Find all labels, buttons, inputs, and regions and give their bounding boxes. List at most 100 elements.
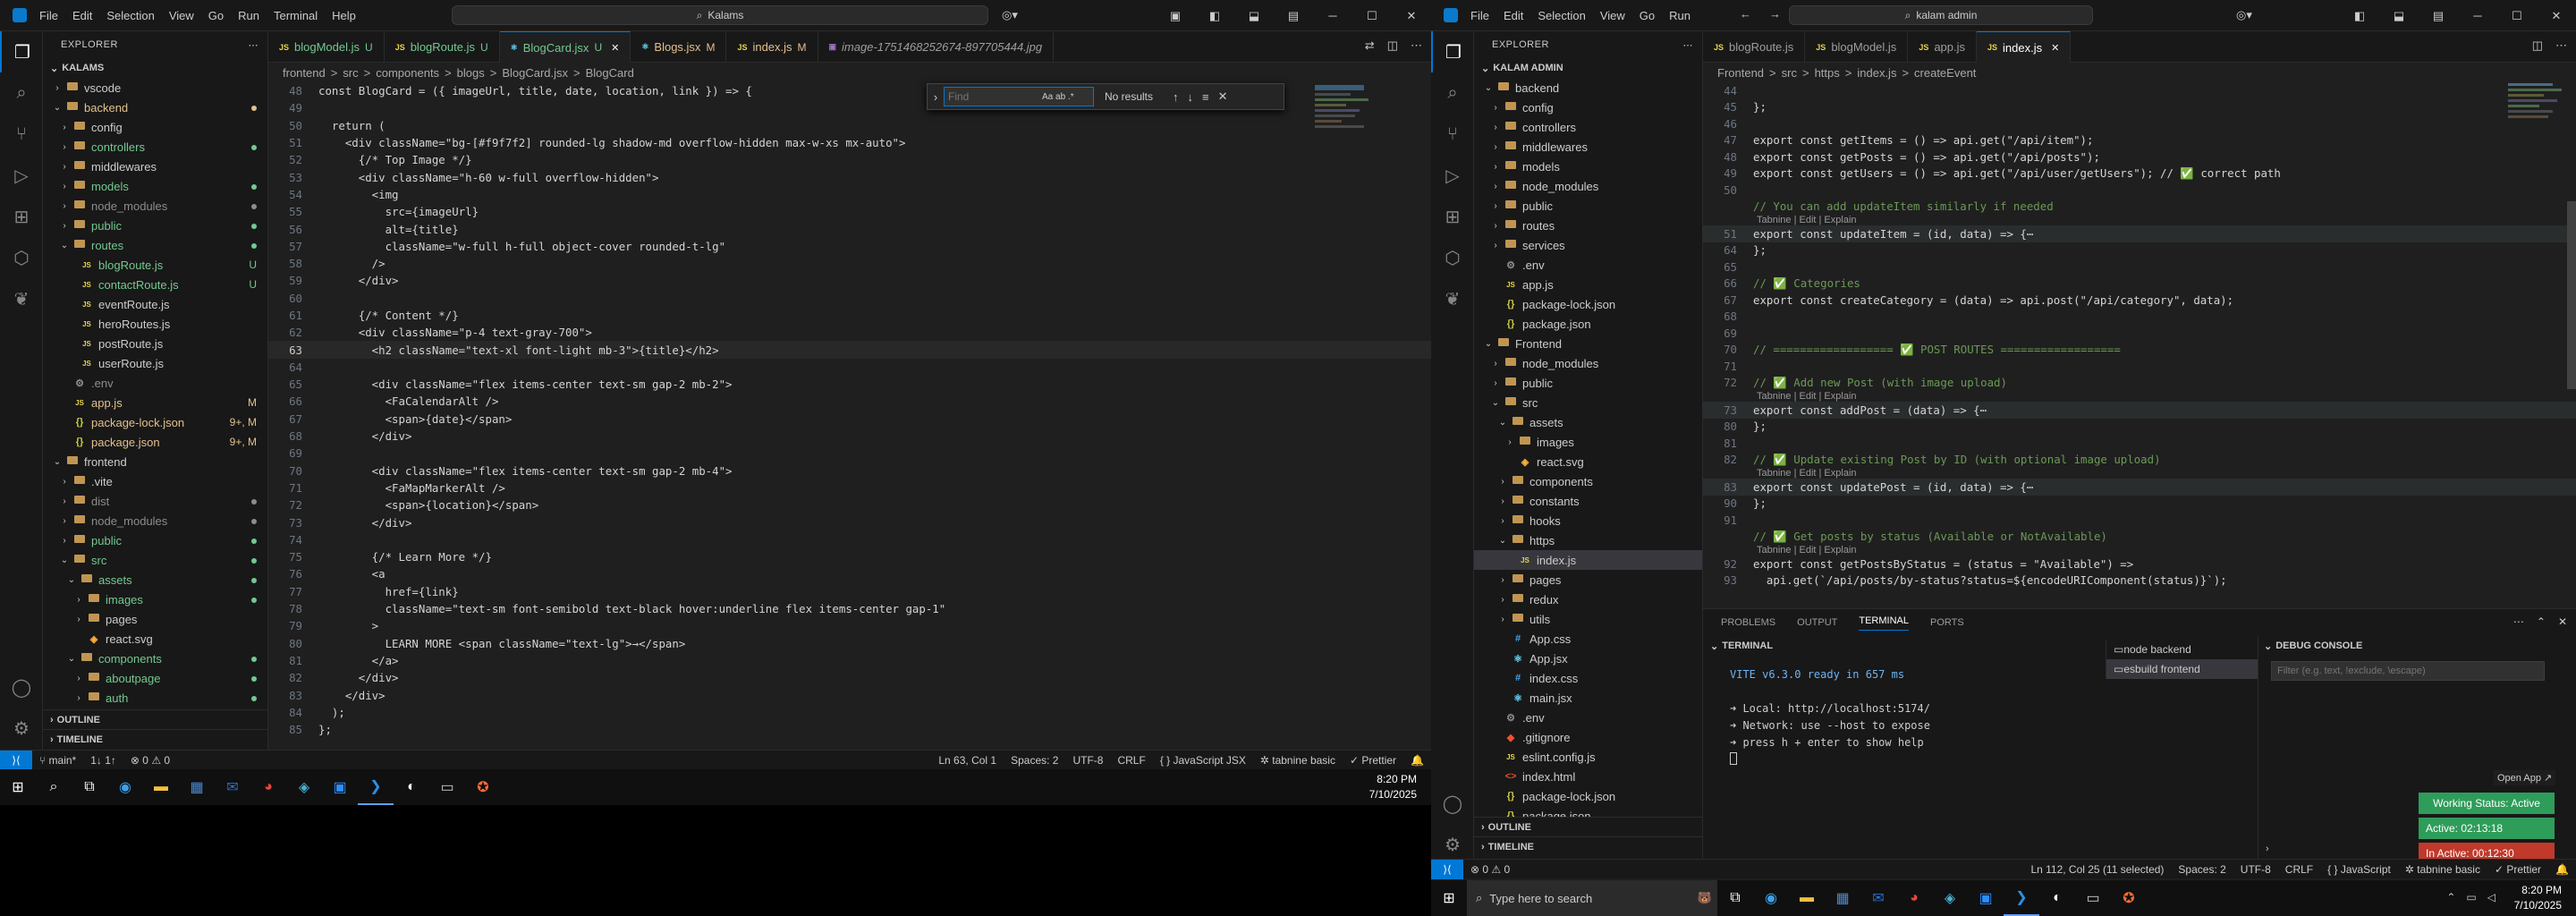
menu-terminal[interactable]: Terminal (267, 9, 325, 22)
layout-icon[interactable]: ◧ (2340, 9, 2379, 23)
breadcrumb-item[interactable]: blogs (457, 66, 485, 80)
remote-icon[interactable]: ⟩⟨ (0, 750, 32, 770)
tree-folder[interactable]: ⌄ src (43, 550, 267, 570)
code-line[interactable]: 77 href={link} (268, 583, 1431, 600)
file-explorer-icon[interactable]: ▬ (143, 769, 179, 805)
code-line[interactable]: 70 // ================== ✅ POST ROUTES ==… (1703, 342, 2576, 359)
edge-icon[interactable]: ◉ (107, 769, 143, 805)
code-line[interactable]: 46 (1703, 115, 2576, 132)
panel-tab-output[interactable]: OUTPUT (1797, 617, 1837, 628)
customize-layout-icon[interactable]: ▤ (2419, 9, 2458, 23)
menu-view[interactable]: View (162, 9, 201, 22)
zoom-icon[interactable]: ▣ (1968, 880, 2004, 916)
tree-file[interactable]: JS postRoute.js (43, 334, 267, 353)
code-line[interactable]: 73 </div> (268, 513, 1431, 530)
terminal-list-item[interactable]: ▭ esbuild frontend (2106, 659, 2258, 679)
tree-file[interactable]: JS userRoute.js (43, 353, 267, 373)
github-desktop-icon[interactable]: ◐ (394, 769, 429, 805)
tree-folder[interactable]: › public (1474, 196, 1702, 216)
tree-file[interactable]: JS app.js (1474, 275, 1702, 294)
close-icon[interactable]: ✕ (1392, 9, 1431, 23)
code-line[interactable]: 66 <FaCalendarAlt /> (268, 393, 1431, 410)
workspace-root[interactable]: ⌄ KALAM ADMIN (1474, 58, 1702, 78)
menu-go[interactable]: Go (201, 9, 231, 22)
tree-folder[interactable]: › node_modules (43, 511, 267, 530)
store-icon[interactable]: ▦ (1825, 880, 1860, 916)
code-line[interactable]: 68 </div> (268, 428, 1431, 445)
tree-file[interactable]: <> index.html (1474, 767, 1702, 786)
code-line[interactable]: 74 (268, 531, 1431, 548)
panel-tab-problems[interactable]: PROBLEMS (1721, 617, 1775, 628)
tree-folder[interactable]: › node_modules (43, 196, 267, 216)
code-line[interactable]: 45}; (1703, 99, 2576, 116)
code-line[interactable]: 62 <div className="p-4 text-gray-700"> (268, 324, 1431, 341)
close-icon[interactable]: ✕ (2051, 42, 2059, 54)
codelens[interactable]: Tabnine | Edit | Explain (1703, 391, 2576, 402)
language-mode[interactable]: { } JavaScript (2320, 863, 2398, 876)
remote-icon[interactable]: ⟩⟨ (1431, 859, 1463, 879)
windows-start-icon[interactable]: ⊞ (1431, 880, 1467, 916)
tabnine-status[interactable]: ✲ tabnine basic (1253, 754, 1343, 767)
code-line[interactable]: 69 (268, 445, 1431, 462)
taskbar-clock[interactable]: 8:20 PM 7/10/2025 (2514, 883, 2562, 913)
tree-folder[interactable]: › models (1474, 157, 1702, 176)
tree-folder[interactable]: › images (43, 589, 267, 609)
terminal-list-item[interactable]: ▭ node backend (2106, 640, 2258, 659)
tabnine-status[interactable]: ✲ tabnine basic (2398, 863, 2487, 876)
manage-gear-icon[interactable]: ⚙ (0, 708, 43, 749)
maximize-icon[interactable]: ☐ (1352, 9, 1392, 23)
code-line[interactable]: 92 export const getPostsByStatus = (statu… (1703, 556, 2576, 572)
tree-folder[interactable]: › public (43, 530, 267, 550)
chrome-icon[interactable]: ◕ (1896, 880, 1932, 916)
menu-run[interactable]: Run (231, 9, 267, 22)
codelens[interactable]: Tabnine | Edit | Explain (1703, 468, 2576, 479)
more-icon[interactable]: ⋯ (1411, 38, 1422, 53)
tree-file[interactable]: # App.css (1474, 629, 1702, 649)
menu-run[interactable]: Run (1662, 9, 1698, 22)
code-line[interactable]: 64}; (1703, 242, 2576, 259)
minimize-icon[interactable]: ─ (1313, 9, 1352, 22)
code-line[interactable]: 81 (1703, 435, 2576, 452)
toggle-panel-icon[interactable]: ⬓ (1234, 9, 1274, 23)
code-line[interactable]: 80}; (1703, 419, 2576, 436)
code-line[interactable]: 93 api.get(`/api/posts/by-status?status=… (1703, 572, 2576, 589)
breadcrumb-item[interactable]: createEvent (1914, 66, 1976, 80)
tree-folder[interactable]: › auth (43, 688, 267, 708)
outline-section[interactable]: › OUTLINE (1474, 817, 1702, 837)
close-icon[interactable]: ✕ (1218, 89, 1228, 104)
minimap[interactable] (2508, 83, 2571, 121)
edge-icon[interactable]: ◉ (1753, 880, 1789, 916)
code-line[interactable]: 82 // ✅ Update existing Post by ID (with … (1703, 452, 2576, 469)
tree-folder[interactable]: ⌄ https (1474, 530, 1702, 550)
code-line[interactable]: 76 <a (268, 565, 1431, 582)
code-line[interactable]: 83 export const updatePost = (id, data) =… (1703, 479, 2576, 496)
code-line[interactable]: 90}; (1703, 496, 2576, 513)
tree-file[interactable]: {} package-lock.json (1474, 294, 1702, 314)
code-line[interactable]: 91 (1703, 512, 2576, 529)
minimap[interactable] (1315, 85, 1377, 131)
tree-folder[interactable]: › models (43, 176, 267, 196)
notifications-icon[interactable]: 🔔 (1403, 754, 1431, 767)
code-line[interactable]: 81 </a> (268, 652, 1431, 669)
source-control-icon[interactable]: ⑂ (1431, 114, 1474, 155)
menu-go[interactable]: Go (1632, 9, 1662, 22)
remote-explorer-icon[interactable]: ⬡ (0, 237, 43, 278)
code-line[interactable]: 49 export const getUsers = () => api.get(… (1703, 165, 2576, 182)
postman-icon[interactable]: ✪ (465, 769, 501, 805)
tree-folder[interactable]: › constants (1474, 491, 1702, 511)
tree-file[interactable]: JS index.js (1474, 550, 1702, 570)
breadcrumb-item[interactable]: BlogCard (586, 66, 634, 80)
chevron-right-icon[interactable]: › (2266, 844, 2269, 854)
more-icon[interactable]: ⋯ (2513, 615, 2524, 628)
sync-status[interactable]: 1↓ 1↑ (83, 754, 123, 767)
editor-tab[interactable]: JS index.js M (726, 31, 818, 63)
network-icon[interactable]: ▭ (2466, 891, 2476, 903)
panel-tab-ports[interactable]: PORTS (1930, 617, 1964, 628)
account-icon[interactable]: ◯ (1431, 783, 1474, 824)
tree-folder[interactable]: › utils (1474, 609, 1702, 629)
breadcrumb-item[interactable]: components (376, 66, 439, 80)
menu-view[interactable]: View (1593, 9, 1632, 22)
copilot-icon[interactable]: ◎▾ (2236, 8, 2252, 22)
tree-folder[interactable]: › middlewares (43, 157, 267, 176)
tree-folder[interactable]: › hooks (1474, 511, 1702, 530)
